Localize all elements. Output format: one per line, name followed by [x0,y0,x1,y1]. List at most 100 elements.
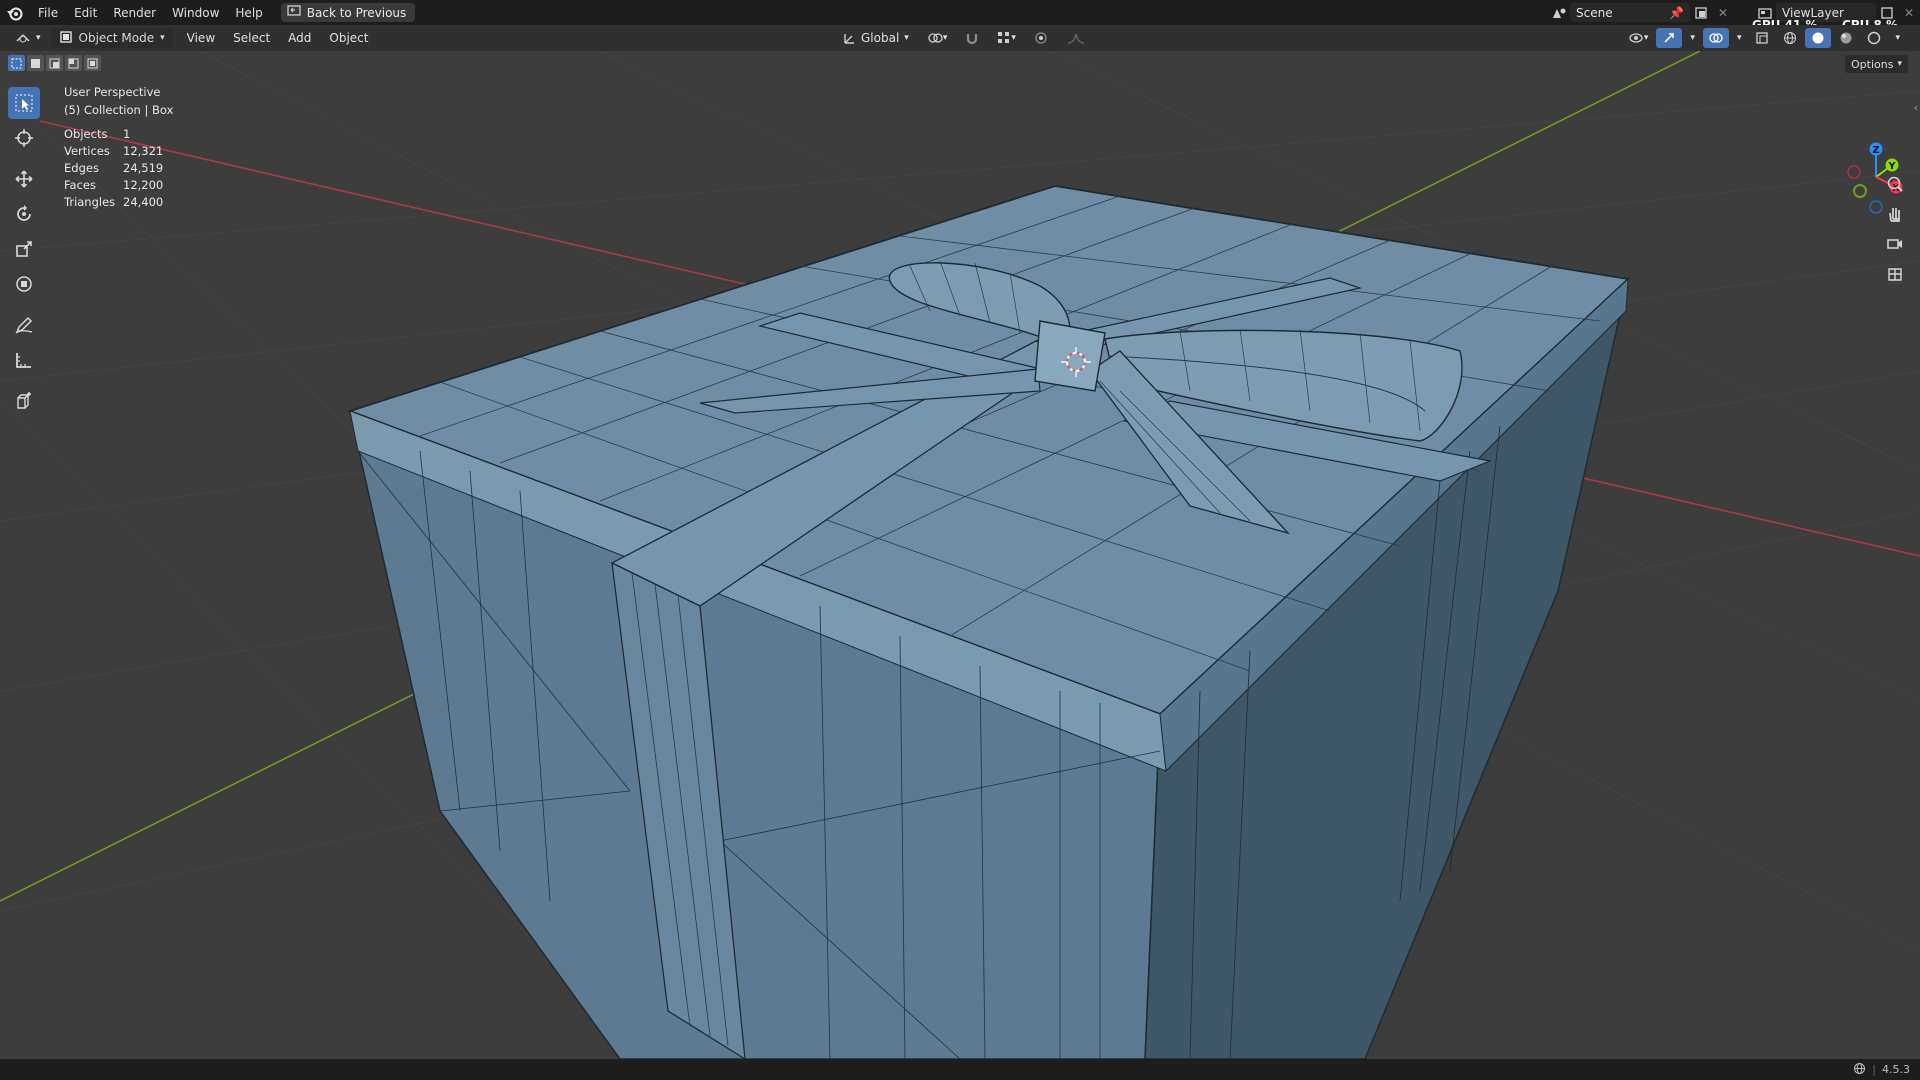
snap-grid-icon [998,32,1010,43]
new-scene-icon[interactable] [1690,3,1712,22]
select-new-icon[interactable] [8,55,25,71]
active-collection-label: (5) Collection | Box [64,103,174,117]
scene-name: Scene [1576,5,1613,20]
scene-browse-icon[interactable] [1548,3,1570,22]
stat-row-triangles: Triangles 24,400 [64,195,164,209]
object-mode-label: Object Mode [78,31,155,45]
status-bar: | 4.5.3 [0,1059,1920,1080]
gizmo-neg-y[interactable] [1853,184,1867,198]
transform-tool[interactable] [8,268,40,300]
wireframe-sphere-icon [1784,32,1797,44]
select-subtract-icon[interactable] [46,55,63,71]
falloff-dropdown[interactable] [1060,28,1092,48]
stat-row-vertices: Vertices 12,321 [64,144,164,158]
screen-icon [287,5,301,20]
options-dropdown[interactable]: Options ▾ [1845,55,1908,73]
view-perspective-label: User Perspective [64,85,161,99]
gizmo-neg-x[interactable] [1847,165,1861,179]
blender-logo-icon[interactable] [0,0,30,25]
move-arrows-icon [15,170,33,188]
transform-orientation-dropdown[interactable]: Global ▾ [836,28,915,48]
pan-hand-icon[interactable] [1882,201,1908,227]
editor-type-button[interactable]: ▾ [8,28,47,48]
gizmo-icon [1664,33,1675,43]
crosshair-icon [15,129,33,147]
transform-orientation-label: Global [861,31,900,45]
object-mode-dropdown[interactable]: Object Mode ▾ [50,28,173,48]
remove-viewlayer-icon[interactable]: ✕ [1898,3,1920,22]
menu-help[interactable]: Help [227,6,270,20]
overlays-icon [1709,33,1723,43]
shading-wireframe-button[interactable] [1777,28,1803,48]
rotate-icon [17,205,31,221]
annotate-tool[interactable] [8,309,40,341]
measure-tool[interactable] [8,344,40,376]
selection-mode-group [8,55,101,71]
back-to-previous-button[interactable]: Back to Previous [280,3,416,22]
select-intersect-icon[interactable] [84,55,101,71]
stat-row-faces: Faces 12,200 [64,178,164,192]
sidebar-toggle-icon[interactable]: ‹ [1914,101,1918,114]
zoom-icon[interactable] [1882,171,1908,197]
chevron-down-icon: ▾ [160,33,165,43]
menu-file[interactable]: File [30,6,66,20]
snap-toggle[interactable] [959,28,985,48]
material-sphere-icon [1840,32,1852,44]
menu-add[interactable]: Add [282,28,317,48]
back-to-previous-label: Back to Previous [306,5,407,20]
shading-rendered-button[interactable] [1861,28,1887,48]
scene-statistics: Objects 1 Vertices 12,321 Edges 24,519 Face… [64,127,173,212]
camera-view-icon[interactable] [1882,231,1908,257]
scale-tool[interactable] [8,233,40,265]
solid-sphere-icon [1812,32,1824,44]
menu-object[interactable]: Object [323,28,374,48]
rotate-tool[interactable] [8,198,40,230]
snap-target-dropdown[interactable]: ▾ [991,28,1022,48]
move-tool[interactable] [8,163,40,195]
stat-row-edges: Edges 24,519 [64,161,164,175]
menu-edit[interactable]: Edit [66,6,105,20]
select-invert-icon[interactable] [65,55,82,71]
add-cube-tool[interactable] [8,385,40,417]
scene-canvas[interactable] [0,51,1920,1059]
options-label: Options [1851,57,1894,71]
remove-scene-icon[interactable]: ✕ [1712,3,1734,22]
gizmo-dropdown[interactable]: ▾ [1684,28,1701,48]
pivot-point-dropdown[interactable]: ▾ [921,28,954,48]
menu-render[interactable]: Render [105,6,164,20]
visibility-dropdown[interactable]: ▾ [1622,28,1655,48]
orientation-icon [844,34,854,44]
proportional-edit-toggle[interactable] [1028,28,1054,48]
pencil-icon [15,316,33,334]
gizmo-toggle[interactable] [1656,28,1683,48]
svg-text:Z: Z [1872,145,1879,156]
shading-material-button[interactable] [1833,28,1859,48]
perspective-grid-icon[interactable] [1882,261,1908,287]
select-extend-icon[interactable] [27,55,44,71]
3d-viewport[interactable]: Z Y X ‹ [0,51,1920,1059]
gizmo-neg-z[interactable] [1869,200,1883,214]
scene-selector[interactable]: Scene 📌 [1570,3,1690,22]
menu-view[interactable]: View [181,28,221,48]
xray-toggle[interactable] [1749,28,1775,48]
viewport-info-overlay: User Perspective (5) Collection | Box Ob… [64,85,173,212]
stat-row-objects: Objects 1 [64,127,131,141]
falloff-icon [1067,33,1084,44]
pivot-icon [928,33,943,43]
viewport-header: ▾ Object Mode ▾ View Select Add Object G… [0,25,1920,51]
pin-icon[interactable]: 📌 [1669,6,1684,20]
eye-icon [1629,33,1643,43]
shading-dropdown[interactable]: ▾ [1889,28,1906,48]
gift-box-mesh[interactable] [347,185,1630,1059]
cursor-arrow-icon [15,94,33,112]
menu-select[interactable]: Select [227,28,276,48]
overlays-toggle[interactable] [1702,28,1729,48]
tool-shelf [8,87,40,420]
select-box-tool[interactable] [8,87,40,119]
proportional-icon [1035,32,1047,44]
cursor-tool[interactable] [8,122,40,154]
editor-3d-icon [16,34,30,43]
shading-solid-button[interactable] [1805,28,1832,48]
menu-window[interactable]: Window [164,6,227,20]
overlays-dropdown[interactable]: ▾ [1731,28,1748,48]
